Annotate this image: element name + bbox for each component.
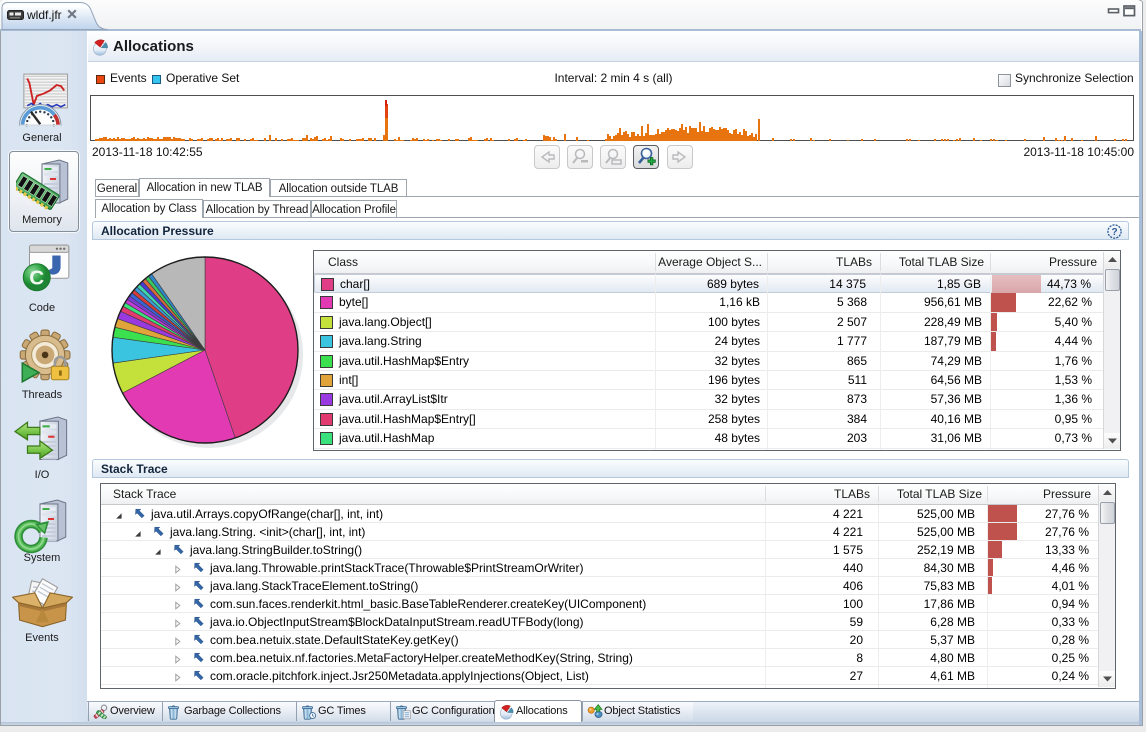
svg-text:C: C [29,267,44,290]
svg-text:?: ? [1111,227,1117,238]
